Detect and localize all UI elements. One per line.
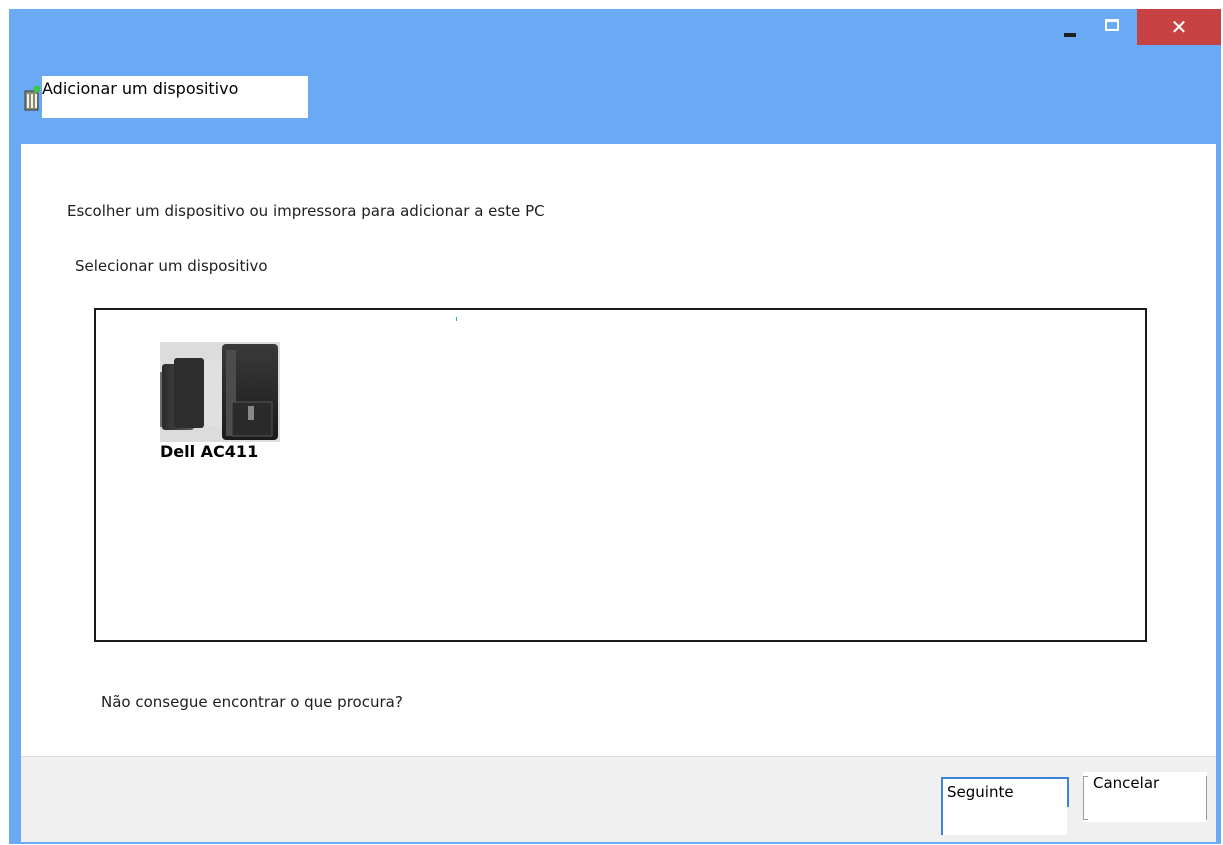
dialog-window: ✕ Adicionar um dispositivo Escolher um d…	[9, 9, 1221, 844]
window-title: Adicionar um dispositivo	[42, 79, 239, 98]
cancel-button[interactable]: Cancelar	[1083, 772, 1207, 822]
minimize-icon	[1064, 33, 1076, 37]
cant-find-link[interactable]: Não consegue encontrar o que procura?	[101, 693, 403, 711]
next-button[interactable]: Seguinte	[941, 777, 1069, 835]
window-title-bar-label: Adicionar um dispositivo	[42, 76, 308, 118]
button-bar: Seguinte Cancelar	[21, 756, 1216, 842]
device-wizard-icon	[24, 85, 40, 111]
page-heading: Escolher um dispositivo ou impressora pa…	[67, 202, 545, 220]
list-marker	[456, 317, 457, 321]
device-name: Dell AC411	[160, 442, 259, 461]
close-icon: ✕	[1170, 15, 1188, 39]
wizard-content: Escolher um dispositivo ou impressora pa…	[21, 144, 1216, 756]
close-button[interactable]: ✕	[1137, 9, 1221, 45]
speaker-icon	[160, 342, 280, 442]
maximize-icon	[1105, 19, 1119, 31]
device-section-label: Selecionar um dispositivo	[75, 257, 268, 275]
device-list[interactable]: Dell AC411	[94, 308, 1147, 642]
maximize-button[interactable]	[1092, 9, 1132, 47]
minimize-button[interactable]	[1050, 9, 1090, 47]
device-item-dell-ac411[interactable]: Dell AC411	[160, 342, 286, 462]
